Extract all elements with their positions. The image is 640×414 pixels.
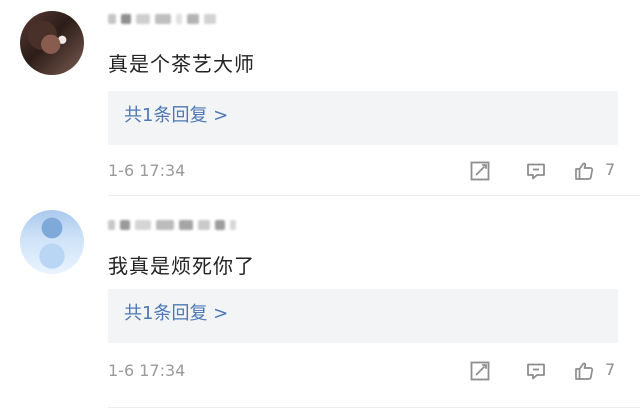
reply-box[interactable]: 共1条回复 >: [108, 91, 618, 145]
view-replies-link[interactable]: 共1条回复 >: [124, 302, 228, 326]
reply-box[interactable]: 共1条回复 >: [108, 289, 618, 343]
comment-timestamp: 1-6 17:34: [108, 161, 186, 180]
edit-icon[interactable]: [468, 359, 492, 383]
comment-text: 我真是烦死你了: [108, 254, 255, 278]
thumbs-up-icon[interactable]: [572, 359, 596, 383]
view-replies-link[interactable]: 共1条回复 >: [124, 104, 228, 128]
comment-icon[interactable]: [524, 359, 548, 383]
comment-text: 真是个茶艺大师: [108, 52, 255, 76]
comment-actions: 7: [468, 357, 622, 387]
comment-item-1: 真是个茶艺大师 共1条回复 > 1-6 17:34 7: [0, 0, 640, 196]
thumbs-up-icon[interactable]: [572, 159, 596, 183]
like-count: 7: [605, 160, 616, 179]
user-avatar[interactable]: [20, 11, 84, 75]
username-redacted[interactable]: [108, 216, 236, 234]
username-redacted[interactable]: [108, 10, 216, 28]
comment-timestamp: 1-6 17:34: [108, 361, 186, 380]
comment-divider: [108, 407, 640, 408]
comment-item-2: 我真是烦死你了 共1条回复 > 1-6 17:34 7: [0, 196, 640, 414]
comment-icon[interactable]: [524, 159, 548, 183]
comment-actions: 7: [468, 157, 622, 187]
like-count: 7: [605, 360, 616, 379]
edit-icon[interactable]: [468, 159, 492, 183]
user-avatar[interactable]: [20, 210, 84, 274]
